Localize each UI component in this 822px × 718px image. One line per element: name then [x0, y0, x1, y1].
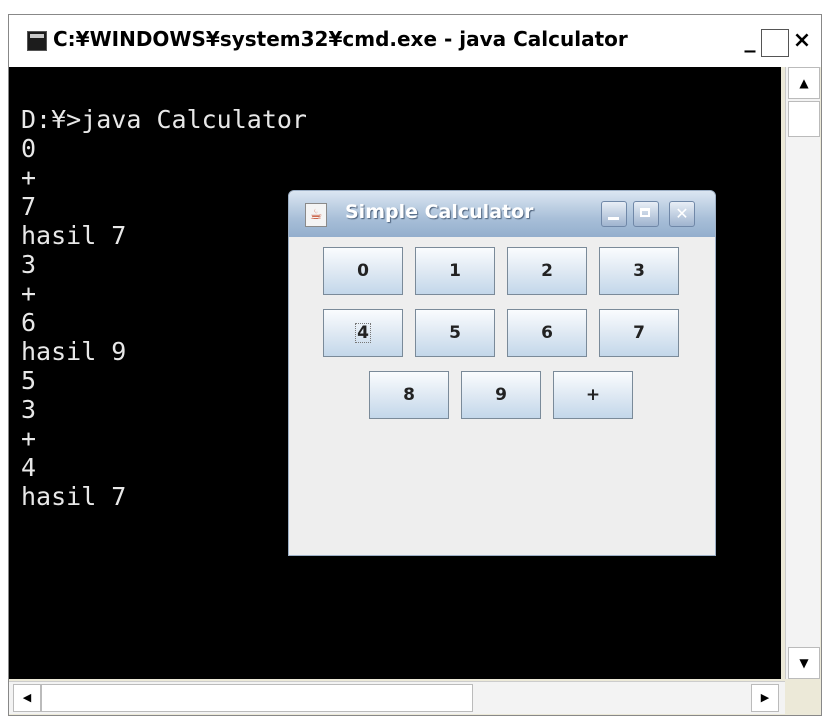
console-line: 7: [21, 192, 37, 221]
console-line: D:¥>java Calculator: [21, 105, 307, 134]
digit-4-button[interactable]: 4: [323, 309, 403, 357]
calculator-titlebar[interactable]: ☕ Simple Calculator ✕: [289, 191, 715, 237]
focus-indicator: 4: [355, 323, 371, 343]
cmd-maximize-button[interactable]: [761, 29, 789, 57]
digit-2-button[interactable]: 2: [507, 247, 587, 295]
scroll-down-arrow-icon[interactable]: ▼: [788, 647, 820, 679]
calculator-close-button[interactable]: ✕: [669, 201, 695, 227]
digit-9-button[interactable]: 9: [461, 371, 541, 419]
digit-3-button[interactable]: 3: [599, 247, 679, 295]
console-line: +: [21, 279, 37, 308]
vertical-scrollbar[interactable]: ▲ ▼: [785, 67, 820, 679]
horizontal-scrollbar[interactable]: ◀ ▶: [9, 681, 785, 714]
calculator-minimize-button[interactable]: [601, 201, 627, 227]
vertical-scroll-thumb[interactable]: [788, 101, 820, 137]
scroll-up-arrow-icon[interactable]: ▲: [788, 67, 820, 99]
java-cup-icon[interactable]: ☕: [305, 203, 327, 227]
digit-6-button[interactable]: 6: [507, 309, 587, 357]
cmd-window-icon[interactable]: [27, 31, 47, 51]
console-line: hasil 9: [21, 337, 127, 366]
console-line: hasil 7: [21, 221, 127, 250]
plus-button[interactable]: +: [553, 371, 633, 419]
scroll-left-arrow-icon[interactable]: ◀: [13, 684, 41, 712]
console-line: 3: [21, 395, 37, 424]
digit-1-button[interactable]: 1: [415, 247, 495, 295]
digit-8-button[interactable]: 8: [369, 371, 449, 419]
console-line: +: [21, 424, 37, 453]
console-line: 4: [21, 453, 37, 482]
calculator-maximize-button[interactable]: [633, 201, 659, 227]
scroll-right-arrow-icon[interactable]: ▶: [751, 684, 779, 712]
console-line: 3: [21, 250, 37, 279]
cmd-window-title: C:¥WINDOWS¥system32¥cmd.exe - java Calcu…: [53, 27, 628, 51]
digit-0-button[interactable]: 0: [323, 247, 403, 295]
digit-7-button[interactable]: 7: [599, 309, 679, 357]
console-lines: D:¥>java Calculator 0 + 7 hasil 7 3 + 6 …: [21, 105, 307, 511]
calculator-window: ☕ Simple Calculator ✕ 0 1 2 3 4 5 6 7 8 …: [288, 190, 716, 556]
console-line: 5: [21, 366, 37, 395]
resize-grip[interactable]: [785, 681, 819, 713]
calculator-panel: 0 1 2 3 4 5 6 7 8 9 +: [289, 237, 715, 555]
console-line: hasil 7: [21, 482, 127, 511]
horizontal-scroll-thumb[interactable]: [41, 684, 473, 712]
digit-5-button[interactable]: 5: [415, 309, 495, 357]
cmd-close-button[interactable]: ×: [789, 29, 815, 55]
cmd-titlebar[interactable]: C:¥WINDOWS¥system32¥cmd.exe - java Calcu…: [9, 15, 821, 67]
console-line: 0: [21, 134, 37, 163]
cmd-minimize-button[interactable]: _: [737, 29, 763, 55]
console-line: +: [21, 163, 37, 192]
console-line: 6: [21, 308, 37, 337]
calculator-title: Simple Calculator: [345, 201, 534, 223]
